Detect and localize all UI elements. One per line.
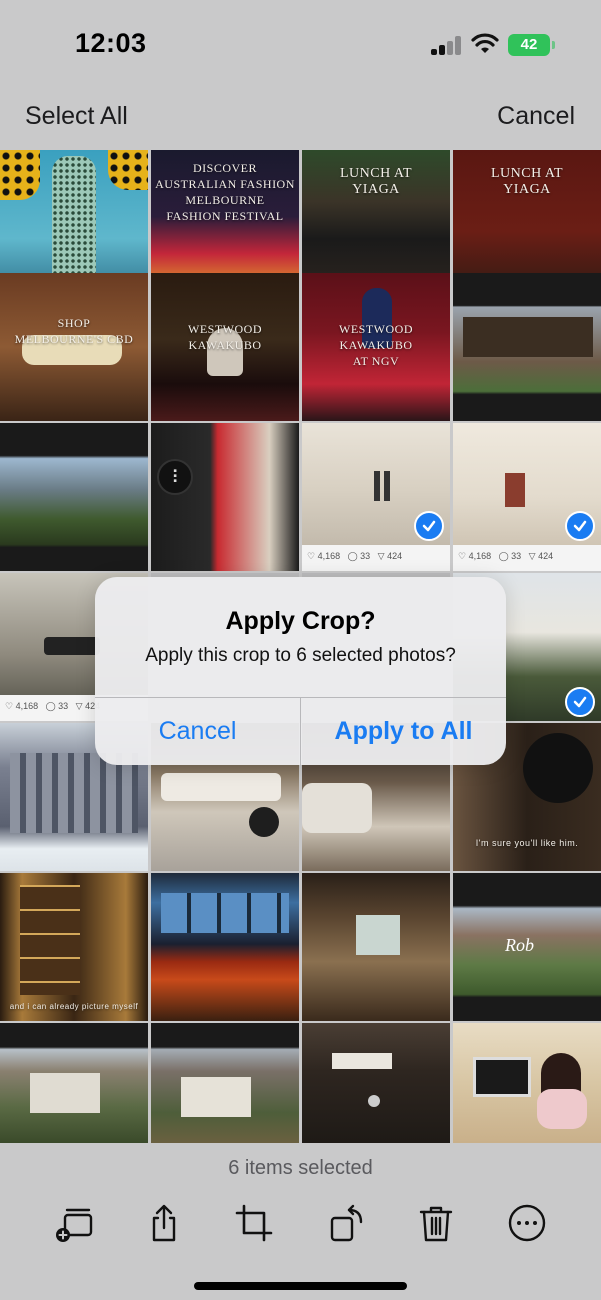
- selected-count-label: 6 items selected: [228, 1157, 373, 1179]
- photo-tile[interactable]: [151, 1023, 299, 1143]
- tile-caption: SHOP MELBOURNE'S CBD: [14, 316, 134, 346]
- photo-tile[interactable]: [151, 873, 299, 1021]
- dialog-message: Apply this crop to 6 selected photos?: [145, 645, 456, 666]
- nav-bar: Select All Cancel: [0, 90, 601, 150]
- more-icon[interactable]: [505, 1201, 549, 1245]
- select-all-button[interactable]: Select All: [25, 102, 128, 131]
- photo-tile[interactable]: [302, 873, 450, 1021]
- dialog-title: Apply Crop?: [225, 607, 376, 635]
- post-meta-strip: ♡ 4,168 ◯ 33 ▽ 424: [302, 545, 450, 571]
- tile-caption: and i can already picture myself: [9, 1002, 139, 1011]
- tile-caption: WESTWOOD KAWAKUBO: [188, 322, 262, 352]
- photo-tile-selected[interactable]: ♡ 4,168 ◯ 33 ▽ 424: [302, 423, 450, 571]
- selected-checkmark-icon: [565, 511, 595, 541]
- tile-caption: I'm sure you'll like him.: [475, 838, 579, 848]
- bottom-toolbar: 6 items selected: [0, 1143, 601, 1300]
- photo-tile[interactable]: [0, 423, 148, 571]
- status-time: 12:03: [75, 28, 147, 58]
- photo-tile[interactable]: WESTWOOD KAWAKUBO: [151, 273, 299, 421]
- dialog-cancel-button[interactable]: Cancel: [95, 698, 300, 765]
- apply-crop-dialog: Apply Crop? Apply this crop to 6 selecte…: [95, 577, 506, 765]
- photo-tile[interactable]: SHOP MELBOURNE'S CBD: [0, 273, 148, 421]
- status-bar: 12:03 42: [0, 0, 601, 90]
- share-icon[interactable]: [142, 1201, 186, 1245]
- photo-tile[interactable]: [453, 273, 601, 421]
- photo-tile[interactable]: [453, 1023, 601, 1143]
- trash-icon[interactable]: [414, 1201, 458, 1245]
- post-meta-strip: ♡ 4,168 ◯ 33 ▽ 424: [453, 545, 601, 571]
- tile-caption: DISCOVER AUSTRALIAN FASHION MELBOURNE FA…: [155, 161, 295, 223]
- photo-tile[interactable]: WESTWOOD KAWAKUBO AT NGV: [302, 273, 450, 421]
- apply-to-all-button[interactable]: Apply to All: [301, 698, 506, 765]
- photo-tile[interactable]: ⫶: [151, 423, 299, 571]
- home-indicator[interactable]: [194, 1282, 407, 1290]
- photo-tile[interactable]: Rob: [453, 873, 601, 1021]
- battery-indicator: 42: [508, 34, 555, 56]
- add-to-album-icon[interactable]: [52, 1201, 96, 1245]
- tile-caption: WESTWOOD KAWAKUBO AT NGV: [339, 322, 413, 368]
- crop-icon[interactable]: [232, 1201, 276, 1245]
- photo-tile[interactable]: and i can already picture myself: [0, 873, 148, 1021]
- tile-caption: LUNCH AT YIAGA: [339, 166, 413, 197]
- tile-caption: LUNCH AT YIAGA: [490, 166, 564, 197]
- photo-tile-selected[interactable]: ♡ 4,168 ◯ 33 ▽ 424: [453, 423, 601, 571]
- selected-checkmark-icon: [414, 511, 444, 541]
- cancel-selection-button[interactable]: Cancel: [497, 102, 575, 131]
- photo-tile[interactable]: [0, 1023, 148, 1143]
- cellular-signal-icon: [431, 35, 463, 55]
- photo-tile[interactable]: [302, 1023, 450, 1143]
- selected-checkmark-icon: [565, 687, 595, 717]
- wifi-icon: [471, 33, 499, 53]
- rotate-icon[interactable]: [324, 1201, 368, 1245]
